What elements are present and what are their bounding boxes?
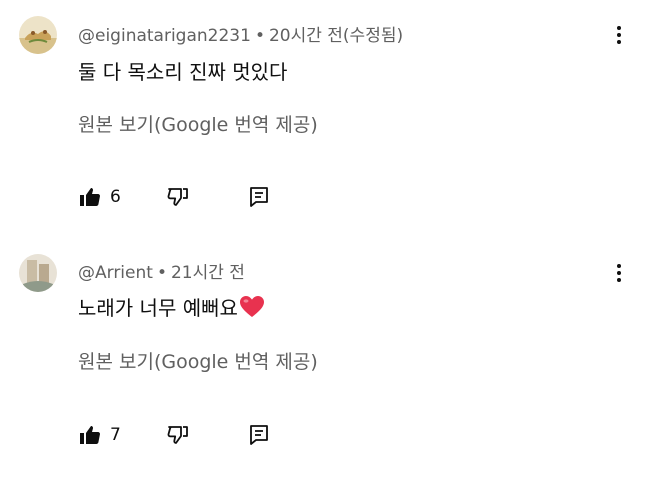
dislike-button[interactable] [166,420,190,450]
comment-item: @Arrient • 21시간 전 노래가 너무 예뻐요 원본 보기(Google … [0,240,658,478]
comment-icon [250,187,268,207]
view-original-link[interactable]: 원본 보기(Google 번역 제공) [78,110,318,137]
comment-text: 둘 다 목소리 진짜 멋있다 [78,60,288,84]
comment-meta: @Arrient • 21시간 전 [78,258,245,283]
reply-button[interactable] [247,182,271,212]
separator: • [254,26,265,46]
timestamp: 21시간 전 [170,263,245,283]
like-count: 7 [110,425,121,445]
username[interactable]: @Arrient [78,263,153,283]
like-button[interactable]: 6 [78,182,121,212]
separator: • [156,263,167,283]
thumbs-down-icon [167,188,188,206]
view-original-link[interactable]: 원본 보기(Google 번역 제공) [78,347,318,374]
avatar[interactable] [19,16,57,54]
reply-button[interactable] [247,420,271,450]
like-count: 6 [110,187,121,207]
username[interactable]: @eiginatarigan2231 [78,26,251,46]
more-vertical-icon[interactable] [606,258,632,288]
comment-actions: 6 [0,182,400,212]
dislike-button[interactable] [166,182,190,212]
comment-meta: @eiginatarigan2231 • 20시간 전(수정됨) [78,21,403,46]
comment-icon [250,425,268,445]
comment-text-body: 노래가 너무 예뻐요 [78,296,238,320]
more-vertical-icon[interactable] [606,20,632,50]
heart-emoji-icon [239,295,265,324]
comment-item: @eiginatarigan2231 • 20시간 전(수정됨) 둘 다 목소리 진… [0,0,658,240]
thumbs-down-icon [167,426,188,444]
comment-actions: 7 [0,420,400,450]
thumbs-up-icon [80,426,100,444]
thumbs-up-icon [80,188,100,206]
timestamp: 20시간 전(수정됨) [268,26,404,46]
comment-text: 노래가 너무 예뻐요 [78,292,265,324]
like-button[interactable]: 7 [78,420,121,450]
avatar[interactable] [19,254,57,292]
